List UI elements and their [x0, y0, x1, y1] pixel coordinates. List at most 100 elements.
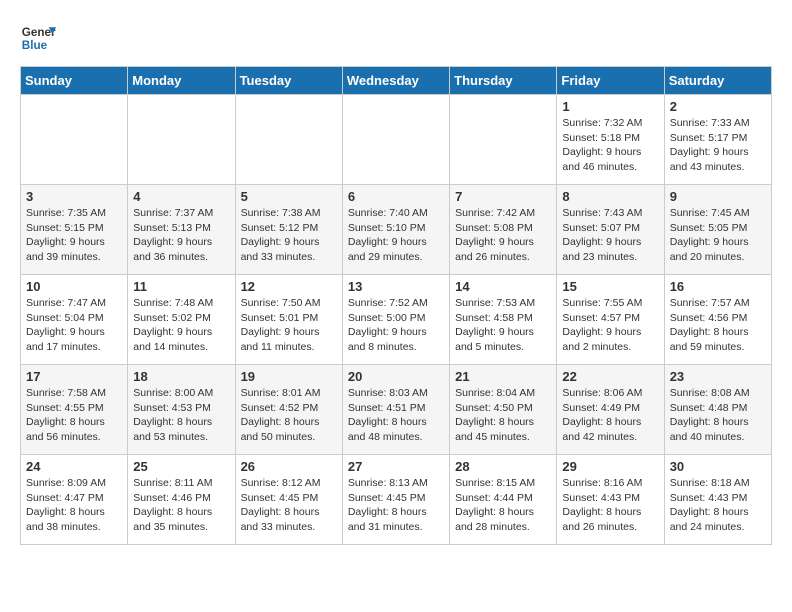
col-header-thursday: Thursday — [450, 67, 557, 95]
calendar-cell: 13 Sunrise: 7:52 AMSunset: 5:00 PMDayligh… — [342, 275, 449, 365]
header: General Blue — [20, 20, 772, 56]
day-number: 23 — [670, 369, 766, 384]
calendar-cell: 23 Sunrise: 8:08 AMSunset: 4:48 PMDayligh… — [664, 365, 771, 455]
day-info: Sunrise: 7:42 AMSunset: 5:08 PMDaylight:… — [455, 206, 551, 265]
calendar-cell: 21 Sunrise: 8:04 AMSunset: 4:50 PMDayligh… — [450, 365, 557, 455]
day-number: 6 — [348, 189, 444, 204]
day-number: 2 — [670, 99, 766, 114]
day-info: Sunrise: 8:18 AMSunset: 4:43 PMDaylight:… — [670, 476, 766, 535]
calendar-cell: 29Sunrise: 8:16 AMSunset: 4:43 PMDayligh… — [557, 455, 664, 545]
calendar-cell: 28 Sunrise: 8:15 AMSunset: 4:44 PMDayligh… — [450, 455, 557, 545]
col-header-monday: Monday — [128, 67, 235, 95]
calendar-cell: 10 Sunrise: 7:47 AMSunset: 5:04 PMDayligh… — [21, 275, 128, 365]
day-number: 19 — [241, 369, 337, 384]
day-number: 21 — [455, 369, 551, 384]
day-number: 24 — [26, 459, 122, 474]
day-number: 13 — [348, 279, 444, 294]
day-info: Sunrise: 7:52 AMSunset: 5:00 PMDaylight:… — [348, 296, 444, 355]
calendar-week-row: 17 Sunrise: 7:58 AMSunset: 4:55 PMDayligh… — [21, 365, 772, 455]
day-number: 10 — [26, 279, 122, 294]
day-number: 17 — [26, 369, 122, 384]
day-info: Sunrise: 7:32 AMSunset: 5:18 PMDaylight:… — [562, 116, 658, 175]
day-info: Sunrise: 7:37 AMSunset: 5:13 PMDaylight:… — [133, 206, 229, 265]
day-info: Sunrise: 7:40 AMSunset: 5:10 PMDaylight:… — [348, 206, 444, 265]
calendar-cell: 8 Sunrise: 7:43 AMSunset: 5:07 PMDaylight… — [557, 185, 664, 275]
calendar-cell: 2 Sunrise: 7:33 AMSunset: 5:17 PMDaylight… — [664, 95, 771, 185]
calendar-cell — [235, 95, 342, 185]
col-header-tuesday: Tuesday — [235, 67, 342, 95]
day-info: Sunrise: 7:33 AMSunset: 5:17 PMDaylight:… — [670, 116, 766, 175]
day-info: Sunrise: 7:47 AMSunset: 5:04 PMDaylight:… — [26, 296, 122, 355]
calendar-cell: 18 Sunrise: 8:00 AMSunset: 4:53 PMDayligh… — [128, 365, 235, 455]
calendar-cell: 24 Sunrise: 8:09 AMSunset: 4:47 PMDayligh… — [21, 455, 128, 545]
calendar: SundayMondayTuesdayWednesdayThursdayFrid… — [20, 66, 772, 545]
col-header-friday: Friday — [557, 67, 664, 95]
day-number: 8 — [562, 189, 658, 204]
calendar-cell: 16 Sunrise: 7:57 AMSunset: 4:56 PMDayligh… — [664, 275, 771, 365]
day-number: 18 — [133, 369, 229, 384]
calendar-cell — [128, 95, 235, 185]
calendar-cell — [21, 95, 128, 185]
day-number: 30 — [670, 459, 766, 474]
day-info: Sunrise: 7:57 AMSunset: 4:56 PMDaylight:… — [670, 296, 766, 355]
day-info: Sunrise: 8:00 AMSunset: 4:53 PMDaylight:… — [133, 386, 229, 445]
calendar-cell: 11 Sunrise: 7:48 AMSunset: 5:02 PMDayligh… — [128, 275, 235, 365]
day-number: 29 — [562, 459, 658, 474]
calendar-cell — [450, 95, 557, 185]
calendar-cell: 12Sunrise: 7:50 AMSunset: 5:01 PMDayligh… — [235, 275, 342, 365]
calendar-week-row: 24 Sunrise: 8:09 AMSunset: 4:47 PMDayligh… — [21, 455, 772, 545]
calendar-week-row: 10 Sunrise: 7:47 AMSunset: 5:04 PMDayligh… — [21, 275, 772, 365]
day-number: 28 — [455, 459, 551, 474]
calendar-cell: 25Sunrise: 8:11 AMSunset: 4:46 PMDayligh… — [128, 455, 235, 545]
day-info: Sunrise: 8:09 AMSunset: 4:47 PMDaylight:… — [26, 476, 122, 535]
day-info: Sunrise: 7:43 AMSunset: 5:07 PMDaylight:… — [562, 206, 658, 265]
day-info: Sunrise: 8:01 AMSunset: 4:52 PMDaylight:… — [241, 386, 337, 445]
calendar-cell: 17 Sunrise: 7:58 AMSunset: 4:55 PMDayligh… — [21, 365, 128, 455]
day-number: 15 — [562, 279, 658, 294]
day-info: Sunrise: 7:53 AMSunset: 4:58 PMDaylight:… — [455, 296, 551, 355]
calendar-cell: 4Sunrise: 7:37 AMSunset: 5:13 PMDaylight… — [128, 185, 235, 275]
day-number: 9 — [670, 189, 766, 204]
calendar-cell: 3 Sunrise: 7:35 AMSunset: 5:15 PMDaylight… — [21, 185, 128, 275]
day-number: 5 — [241, 189, 337, 204]
day-number: 22 — [562, 369, 658, 384]
day-number: 1 — [562, 99, 658, 114]
day-info: Sunrise: 7:48 AMSunset: 5:02 PMDaylight:… — [133, 296, 229, 355]
day-info: Sunrise: 8:15 AMSunset: 4:44 PMDaylight:… — [455, 476, 551, 535]
day-info: Sunrise: 8:04 AMSunset: 4:50 PMDaylight:… — [455, 386, 551, 445]
calendar-cell: 22Sunrise: 8:06 AMSunset: 4:49 PMDayligh… — [557, 365, 664, 455]
calendar-week-row: 3 Sunrise: 7:35 AMSunset: 5:15 PMDaylight… — [21, 185, 772, 275]
day-info: Sunrise: 7:35 AMSunset: 5:15 PMDaylight:… — [26, 206, 122, 265]
day-number: 3 — [26, 189, 122, 204]
calendar-cell: 6 Sunrise: 7:40 AMSunset: 5:10 PMDaylight… — [342, 185, 449, 275]
day-info: Sunrise: 7:55 AMSunset: 4:57 PMDaylight:… — [562, 296, 658, 355]
svg-text:Blue: Blue — [22, 39, 48, 52]
day-number: 27 — [348, 459, 444, 474]
calendar-week-row: 1 Sunrise: 7:32 AMSunset: 5:18 PMDaylight… — [21, 95, 772, 185]
day-number: 11 — [133, 279, 229, 294]
calendar-cell: 26Sunrise: 8:12 AMSunset: 4:45 PMDayligh… — [235, 455, 342, 545]
calendar-cell: 7 Sunrise: 7:42 AMSunset: 5:08 PMDaylight… — [450, 185, 557, 275]
calendar-cell: 5Sunrise: 7:38 AMSunset: 5:12 PMDaylight… — [235, 185, 342, 275]
day-info: Sunrise: 7:50 AMSunset: 5:01 PMDaylight:… — [241, 296, 337, 355]
day-info: Sunrise: 8:03 AMSunset: 4:51 PMDaylight:… — [348, 386, 444, 445]
calendar-header-row: SundayMondayTuesdayWednesdayThursdayFrid… — [21, 67, 772, 95]
day-info: Sunrise: 8:11 AMSunset: 4:46 PMDaylight:… — [133, 476, 229, 535]
day-info: Sunrise: 8:13 AMSunset: 4:45 PMDaylight:… — [348, 476, 444, 535]
day-number: 14 — [455, 279, 551, 294]
calendar-cell: 1 Sunrise: 7:32 AMSunset: 5:18 PMDaylight… — [557, 95, 664, 185]
col-header-sunday: Sunday — [21, 67, 128, 95]
day-number: 16 — [670, 279, 766, 294]
calendar-cell: 15 Sunrise: 7:55 AMSunset: 4:57 PMDayligh… — [557, 275, 664, 365]
calendar-cell: 19 Sunrise: 8:01 AMSunset: 4:52 PMDayligh… — [235, 365, 342, 455]
day-info: Sunrise: 7:58 AMSunset: 4:55 PMDaylight:… — [26, 386, 122, 445]
col-header-saturday: Saturday — [664, 67, 771, 95]
day-info: Sunrise: 7:45 AMSunset: 5:05 PMDaylight:… — [670, 206, 766, 265]
day-number: 20 — [348, 369, 444, 384]
day-number: 7 — [455, 189, 551, 204]
logo: General Blue — [20, 20, 56, 56]
day-info: Sunrise: 8:12 AMSunset: 4:45 PMDaylight:… — [241, 476, 337, 535]
calendar-cell: 27 Sunrise: 8:13 AMSunset: 4:45 PMDayligh… — [342, 455, 449, 545]
calendar-cell: 9 Sunrise: 7:45 AMSunset: 5:05 PMDaylight… — [664, 185, 771, 275]
day-info: Sunrise: 8:08 AMSunset: 4:48 PMDaylight:… — [670, 386, 766, 445]
